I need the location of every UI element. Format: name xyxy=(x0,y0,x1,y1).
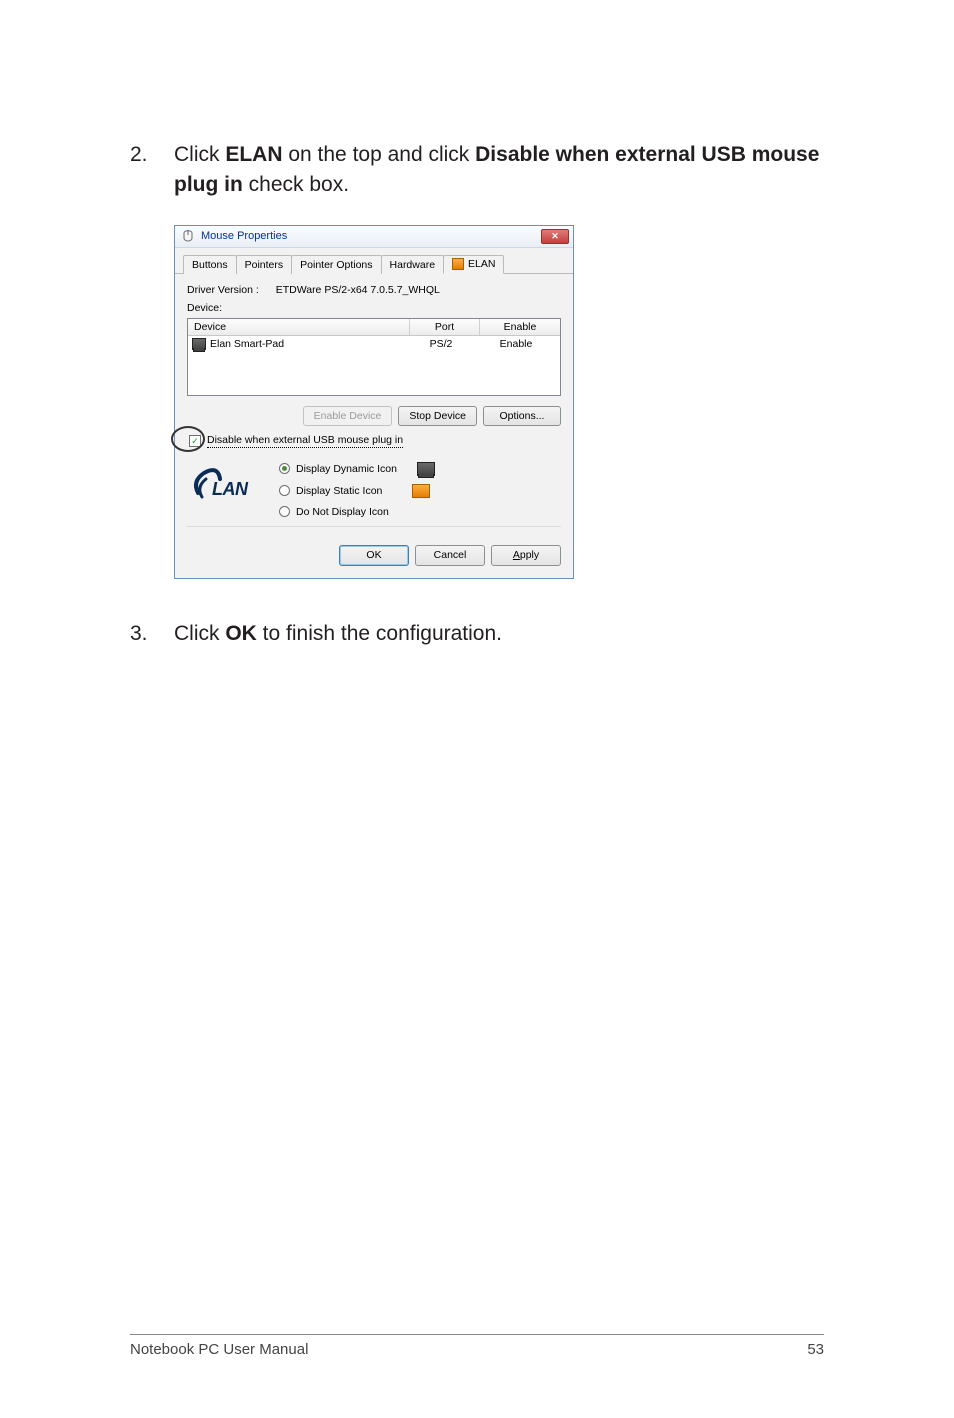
step3-part-c: to finish the configuration. xyxy=(257,622,502,645)
col-enable[interactable]: Enable xyxy=(480,319,560,335)
elan-logo-svg: LAN xyxy=(188,463,256,509)
tab-hardware[interactable]: Hardware xyxy=(381,255,445,274)
driver-version-row: Driver Version : ETDWare PS/2-x64 7.0.5.… xyxy=(187,284,561,296)
tab-buttons-label: Buttons xyxy=(192,259,228,271)
dialog-title: Mouse Properties xyxy=(201,230,287,242)
step2-part-c: on the top and click xyxy=(283,143,476,166)
apply-mnemonic: A xyxy=(513,549,520,561)
touchpad-icon xyxy=(192,338,206,350)
cancel-button[interactable]: Cancel xyxy=(415,545,485,566)
svg-text:LAN: LAN xyxy=(212,479,249,499)
tab-pointers-label: Pointers xyxy=(245,259,284,271)
step-3-text: Click OK to finish the configuration. xyxy=(174,619,824,649)
separator xyxy=(187,526,561,527)
radio-dynamic-label: Display Dynamic Icon xyxy=(296,463,397,475)
close-icon: ✕ xyxy=(551,231,559,242)
driver-version-label: Driver Version : xyxy=(187,284,259,296)
dialog-footer-buttons: OK Cancel Apply xyxy=(175,545,573,578)
enable-device-button: Enable Device xyxy=(303,406,393,426)
radio-none-label: Do Not Display Icon xyxy=(296,506,389,518)
icon-options: LAN Display Dynamic Icon Display Static … xyxy=(187,462,561,518)
device-row[interactable]: Elan Smart-Pad PS/2 Enable xyxy=(188,336,560,352)
mouse-properties-dialog: Mouse Properties ✕ Buttons Pointers Poin… xyxy=(174,225,574,579)
tab-elan[interactable]: ELAN xyxy=(443,255,504,274)
dynamic-icon-swatch xyxy=(417,462,435,476)
step2-part-e: check box. xyxy=(243,173,349,196)
apply-rest: pply xyxy=(520,549,539,561)
checkbox-row: ✓ Disable when external USB mouse plug i… xyxy=(177,434,561,448)
page-footer: Notebook PC User Manual 53 xyxy=(130,1334,824,1358)
elan-logo: LAN xyxy=(187,462,257,510)
step-3: 3. Click OK to finish the configuration. xyxy=(130,619,824,649)
step-2: 2. Click ELAN on the top and click Disab… xyxy=(130,140,824,201)
tab-pointer-options-label: Pointer Options xyxy=(300,259,372,271)
footer-left: Notebook PC User Manual xyxy=(130,1341,308,1358)
tab-buttons[interactable]: Buttons xyxy=(183,255,237,274)
step3-part-a: Click xyxy=(174,622,225,645)
step3-ok: OK xyxy=(225,622,257,645)
disable-usb-label: Disable when external USB mouse plug in xyxy=(207,434,403,448)
radio-none-btn[interactable] xyxy=(279,506,290,517)
radio-static-btn[interactable] xyxy=(279,485,290,496)
tabstrip: Buttons Pointers Pointer Options Hardwar… xyxy=(175,248,573,274)
device-label: Device: xyxy=(187,302,561,314)
close-button[interactable]: ✕ xyxy=(541,229,569,244)
step2-elan: ELAN xyxy=(225,143,282,166)
titlebar: Mouse Properties ✕ xyxy=(175,226,573,248)
step2-part-a: Click xyxy=(174,143,225,166)
radio-dynamic[interactable]: Display Dynamic Icon xyxy=(279,462,435,476)
step-3-number: 3. xyxy=(130,619,174,649)
radio-group: Display Dynamic Icon Display Static Icon… xyxy=(279,462,435,518)
static-icon-swatch xyxy=(412,484,430,498)
driver-version-value: ETDWare PS/2-x64 7.0.5.7_WHQL xyxy=(276,284,440,296)
apply-button[interactable]: Apply xyxy=(491,545,561,566)
device-enable: Enable xyxy=(476,338,556,350)
tab-elan-label: ELAN xyxy=(468,258,495,270)
device-list[interactable]: Device Port Enable Elan Smart-Pad PS/2 E… xyxy=(187,318,561,396)
options-button[interactable]: Options... xyxy=(483,406,561,426)
tab-pointers[interactable]: Pointers xyxy=(236,255,293,274)
device-port: PS/2 xyxy=(406,338,476,350)
elan-tab-icon xyxy=(452,258,464,270)
disable-usb-checkbox[interactable]: ✓ xyxy=(189,435,201,447)
col-device[interactable]: Device xyxy=(188,319,410,335)
device-buttons: Enable Device Stop Device Options... xyxy=(187,406,561,426)
tab-pointer-options[interactable]: Pointer Options xyxy=(291,255,381,274)
device-list-header: Device Port Enable xyxy=(188,319,560,336)
stop-device-button[interactable]: Stop Device xyxy=(398,406,477,426)
radio-static-label: Display Static Icon xyxy=(296,485,382,497)
radio-none[interactable]: Do Not Display Icon xyxy=(279,506,435,518)
ok-button[interactable]: OK xyxy=(339,545,409,566)
footer-page-number: 53 xyxy=(807,1341,824,1358)
mouse-icon xyxy=(181,229,195,243)
mouse-svg xyxy=(182,229,194,243)
step-2-text: Click ELAN on the top and click Disable … xyxy=(174,140,824,201)
tab-body: Driver Version : ETDWare PS/2-x64 7.0.5.… xyxy=(175,274,573,545)
col-port[interactable]: Port xyxy=(410,319,480,335)
tab-hardware-label: Hardware xyxy=(390,259,436,271)
radio-static[interactable]: Display Static Icon xyxy=(279,484,435,498)
device-name: Elan Smart-Pad xyxy=(210,338,284,350)
step-2-number: 2. xyxy=(130,140,174,201)
radio-dynamic-btn[interactable] xyxy=(279,463,290,474)
